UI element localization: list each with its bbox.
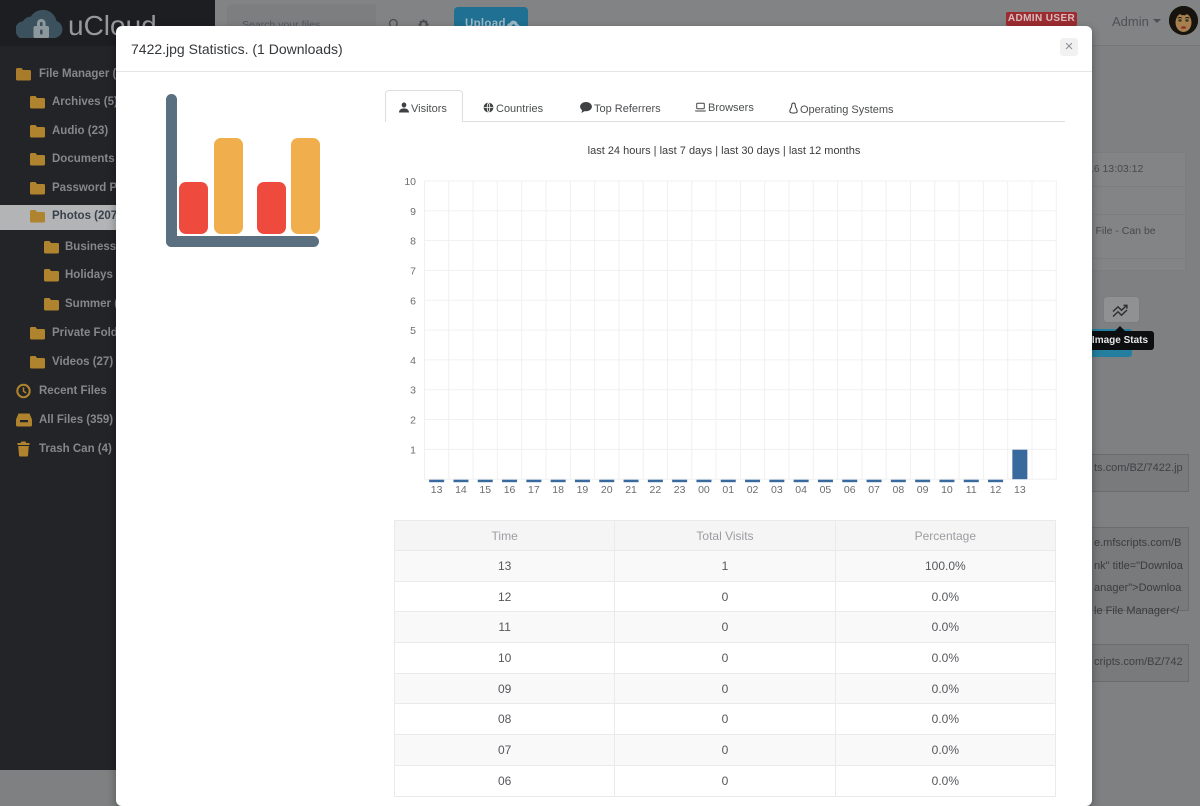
svg-text:03: 03 [771, 484, 783, 496]
svg-text:17: 17 [528, 484, 540, 496]
svg-text:10: 10 [404, 176, 416, 188]
svg-text:7: 7 [410, 265, 416, 277]
svg-text:13: 13 [431, 484, 443, 496]
svg-text:02: 02 [747, 484, 759, 496]
svg-text:16: 16 [504, 484, 516, 496]
svg-text:00: 00 [698, 484, 710, 496]
svg-text:21: 21 [625, 484, 637, 496]
svg-text:23: 23 [674, 484, 686, 496]
svg-text:1: 1 [410, 444, 416, 456]
svg-text:10: 10 [941, 484, 953, 496]
svg-text:22: 22 [650, 484, 662, 496]
svg-text:3: 3 [410, 385, 416, 397]
svg-text:2: 2 [410, 415, 416, 427]
svg-text:12: 12 [990, 484, 1002, 496]
svg-text:4: 4 [410, 355, 416, 367]
svg-text:13: 13 [1014, 484, 1026, 496]
svg-text:19: 19 [577, 484, 589, 496]
svg-text:14: 14 [455, 484, 467, 496]
svg-text:07: 07 [868, 484, 880, 496]
svg-text:09: 09 [917, 484, 929, 496]
svg-text:6: 6 [410, 295, 416, 307]
svg-text:20: 20 [601, 484, 613, 496]
svg-text:11: 11 [966, 484, 977, 496]
svg-text:18: 18 [552, 484, 564, 496]
svg-text:9: 9 [410, 206, 416, 218]
svg-text:05: 05 [820, 484, 832, 496]
svg-text:04: 04 [795, 484, 807, 496]
svg-text:15: 15 [479, 484, 491, 496]
svg-text:08: 08 [893, 484, 905, 496]
svg-text:06: 06 [844, 484, 856, 496]
svg-text:01: 01 [722, 484, 734, 496]
svg-text:5: 5 [410, 325, 416, 337]
svg-text:8: 8 [410, 236, 416, 248]
